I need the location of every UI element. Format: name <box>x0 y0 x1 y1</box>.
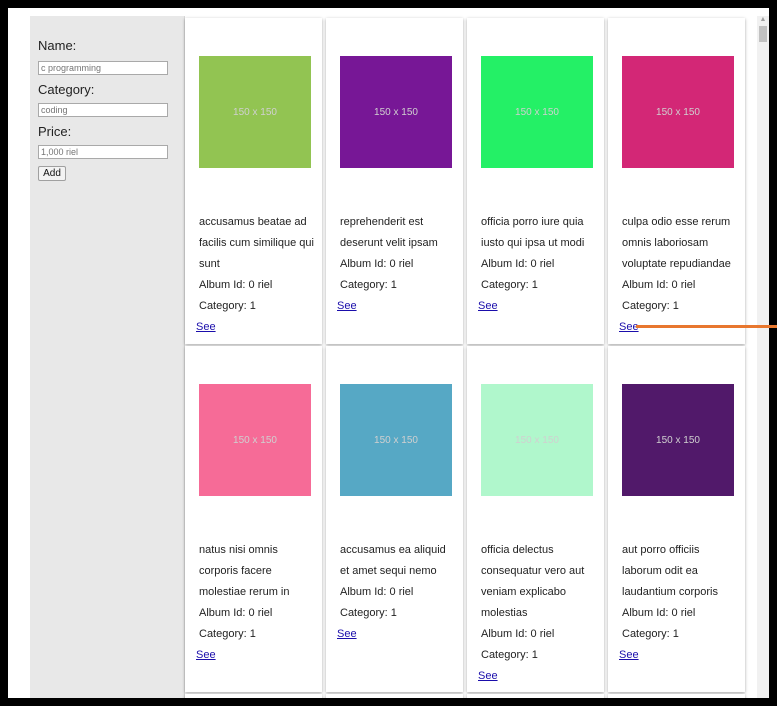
app-window: Name: Category: Price: Add 150 x 150 accu… <box>8 8 769 698</box>
thumbnail-label: 150 x 150 <box>233 434 277 446</box>
album-card: 150 x 150 officia porro iure quia iusto qu… <box>467 18 604 344</box>
album-details: natus nisi omnis corporis facere molestiae… <box>196 540 319 666</box>
album-detail-line: Category: 1 <box>622 300 679 312</box>
album-detail-line: accusamus beatae ad <box>199 216 307 228</box>
album-card: 150 x 150 natus nisi omnis corporis facere… <box>185 346 322 692</box>
album-details: reprehenderit est deserunt velit ipsam Alb… <box>337 212 460 317</box>
album-details: aut porro officiis laborum odit ea laudant… <box>619 540 742 666</box>
see-link[interactable]: See <box>337 296 357 317</box>
album-detail-line: aut porro officiis <box>622 544 700 556</box>
album-card <box>185 694 322 698</box>
album-thumbnail: 150 x 150 <box>340 384 452 496</box>
album-detail-line: Category: 1 <box>622 628 679 640</box>
thumbnail-label: 150 x 150 <box>374 434 418 446</box>
vertical-scrollbar[interactable]: ▲ <box>757 16 769 698</box>
thumbnail-label: 150 x 150 <box>515 106 559 118</box>
see-link[interactable]: See <box>478 666 498 687</box>
album-detail-line: Album Id: 0 riel <box>199 607 273 619</box>
thumbnail-label: 150 x 150 <box>515 434 559 446</box>
album-card: 150 x 150 reprehenderit est deserunt velit… <box>326 18 463 344</box>
album-card: 150 x 150 officia delectus consequatur ver… <box>467 346 604 692</box>
album-detail-line: sunt <box>199 258 220 270</box>
album-detail-line: officia porro iure quia <box>481 216 584 228</box>
see-link[interactable]: See <box>196 317 216 338</box>
thumbnail-label: 150 x 150 <box>656 106 700 118</box>
album-detail-line: culpa odio esse rerum <box>622 216 731 228</box>
scroll-up-arrow-icon[interactable]: ▲ <box>759 16 767 24</box>
album-detail-line: Category: 1 <box>340 279 397 291</box>
album-detail-line: Album Id: 0 riel <box>622 279 696 291</box>
album-detail-line: Category: 1 <box>481 279 538 291</box>
album-card <box>608 694 745 698</box>
album-detail-line: accusamus ea aliquid <box>340 544 446 556</box>
name-label: Name: <box>38 38 77 53</box>
album-card: 150 x 150 aut porro officiis laborum odit … <box>608 346 745 692</box>
album-detail-line: laudantium corporis <box>622 586 718 598</box>
album-detail-line: et amet sequi nemo <box>340 565 437 577</box>
album-detail-line: Album Id: 0 riel <box>340 586 414 598</box>
album-detail-line: Category: 1 <box>199 628 256 640</box>
album-card: 150 x 150 culpa odio esse rerum omnis labo… <box>608 18 745 344</box>
album-detail-line: officia delectus <box>481 544 554 556</box>
album-detail-line: molestiae rerum in <box>199 586 290 598</box>
album-detail-line: Category: 1 <box>199 300 256 312</box>
annotation-arrow <box>636 325 777 328</box>
scrollbar-thumb[interactable] <box>759 26 767 42</box>
album-thumbnail: 150 x 150 <box>622 56 734 168</box>
album-thumbnail: 150 x 150 <box>622 384 734 496</box>
album-detail-line: corporis facere <box>199 565 272 577</box>
album-detail-line: veniam explicabo <box>481 586 566 598</box>
album-card <box>467 694 604 698</box>
category-label: Category: <box>38 82 95 97</box>
album-thumbnail: 150 x 150 <box>199 384 311 496</box>
album-detail-line: natus nisi omnis <box>199 544 278 556</box>
album-details: accusamus beatae ad facilis cum similique… <box>196 212 319 338</box>
name-input[interactable] <box>38 61 168 75</box>
see-link[interactable]: See <box>337 624 357 645</box>
album-thumbnail: 150 x 150 <box>481 384 593 496</box>
album-details: culpa odio esse rerum omnis laboriosam vol… <box>619 212 742 338</box>
price-label: Price: <box>38 124 72 139</box>
thumbnail-label: 150 x 150 <box>656 434 700 446</box>
album-detail-line: voluptate repudiandae <box>622 258 731 270</box>
thumbnail-label: 150 x 150 <box>374 106 418 118</box>
album-card: 150 x 150 accusamus beatae ad facilis cum … <box>185 18 322 344</box>
album-detail-line: Album Id: 0 riel <box>622 607 696 619</box>
see-link[interactable]: See <box>196 645 216 666</box>
album-detail-line: Album Id: 0 riel <box>481 258 555 270</box>
album-thumbnail: 150 x 150 <box>199 56 311 168</box>
see-link[interactable]: See <box>478 296 498 317</box>
add-button[interactable]: Add <box>38 166 66 181</box>
album-details: accusamus ea aliquid et amet sequi nemo Al… <box>337 540 460 645</box>
album-card <box>326 694 463 698</box>
album-details: officia delectus consequatur vero aut veni… <box>478 540 601 687</box>
add-album-form: Name: Category: Price: Add <box>30 16 185 698</box>
album-detail-line: Album Id: 0 riel <box>340 258 414 270</box>
album-card: 150 x 150 accusamus ea aliquid et amet seq… <box>326 346 463 692</box>
album-detail-line: reprehenderit est <box>340 216 424 228</box>
category-input[interactable] <box>38 103 168 117</box>
thumbnail-label: 150 x 150 <box>233 106 277 118</box>
album-detail-line: Category: 1 <box>481 649 538 661</box>
album-detail-line: deserunt velit ipsam <box>340 237 438 249</box>
album-detail-line: facilis cum similique qui <box>199 237 314 249</box>
price-input[interactable] <box>38 145 168 159</box>
album-details: officia porro iure quia iusto qui ipsa ut… <box>478 212 601 317</box>
album-thumbnail: 150 x 150 <box>340 56 452 168</box>
album-detail-line: Album Id: 0 riel <box>199 279 273 291</box>
album-detail-line: molestias <box>481 607 528 619</box>
album-detail-line: omnis laboriosam <box>622 237 709 249</box>
album-detail-line: laborum odit ea <box>622 565 698 577</box>
see-link[interactable]: See <box>619 645 639 666</box>
album-detail-line: Album Id: 0 riel <box>481 628 555 640</box>
album-detail-line: Category: 1 <box>340 607 397 619</box>
album-thumbnail: 150 x 150 <box>481 56 593 168</box>
album-detail-line: iusto qui ipsa ut modi <box>481 237 585 249</box>
album-detail-line: consequatur vero aut <box>481 565 585 577</box>
